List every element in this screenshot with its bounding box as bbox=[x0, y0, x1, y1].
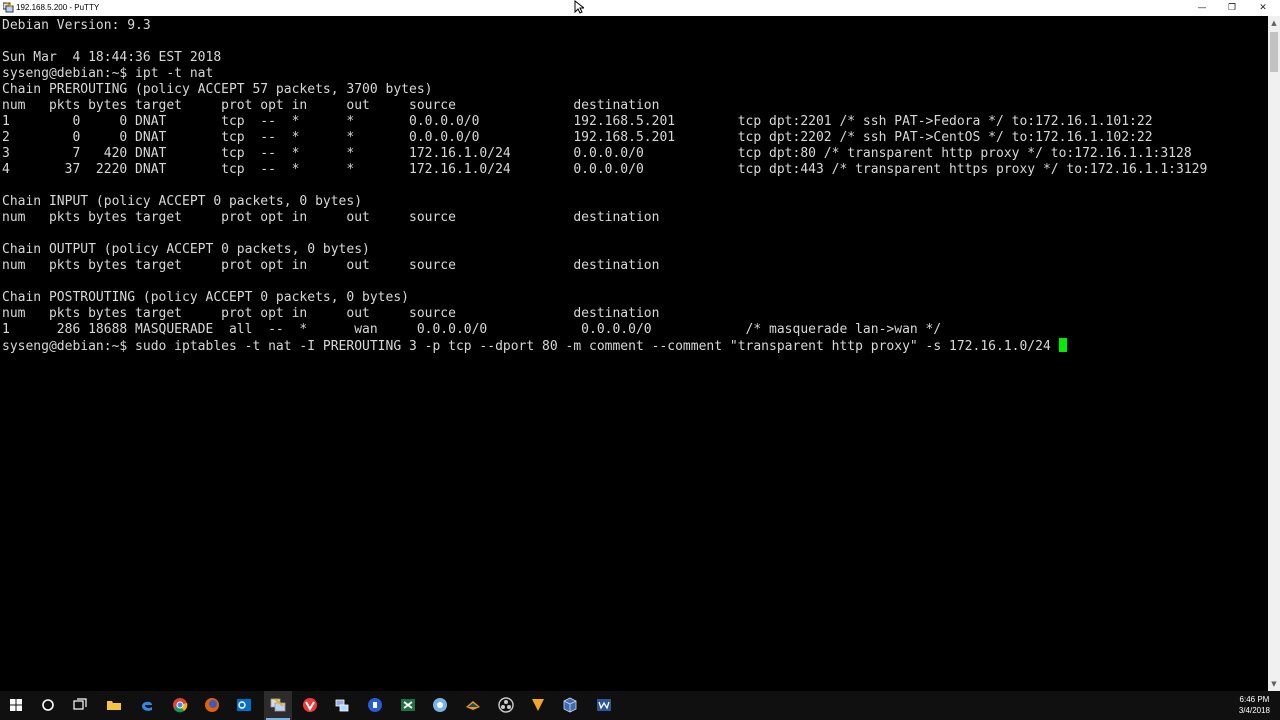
close-button[interactable]: ✕ bbox=[1248, 0, 1278, 16]
vlc-icon[interactable] bbox=[530, 697, 546, 713]
network-tool-icon[interactable] bbox=[334, 697, 350, 713]
thunderbird-icon[interactable] bbox=[465, 697, 481, 713]
terminal-area[interactable]: Debian Version: 9.3 Sun Mar 4 18:44:36 E… bbox=[0, 16, 1268, 691]
scroll-down-arrow[interactable]: ▼ bbox=[1268, 677, 1280, 691]
mouse-pointer-icon bbox=[574, 0, 584, 14]
terminal-line: 2 0 0 DNAT tcp -- * * 0.0.0.0/0 192.168.… bbox=[2, 130, 1153, 145]
vmware-icon[interactable] bbox=[432, 697, 448, 713]
terminal-line: 4 37 2220 DNAT tcp -- * * 172.16.1.0/24 … bbox=[2, 162, 1208, 177]
terminal-command-text: syseng@debian:~$ sudo iptables -t nat -I… bbox=[2, 339, 1051, 354]
terminal-line: Sun Mar 4 18:44:36 EST 2018 bbox=[2, 50, 222, 65]
terminal-line: Chain PREROUTING (policy ACCEPT 57 packe… bbox=[2, 82, 433, 97]
system-clock[interactable]: 6:46 PM 3/4/2018 bbox=[1239, 694, 1270, 716]
terminal-line: 1 286 18688 MASQUERADE all -- * wan 0.0.… bbox=[2, 322, 942, 337]
excel-icon[interactable] bbox=[400, 697, 416, 713]
outlook-icon[interactable] bbox=[236, 697, 252, 713]
putty-icon bbox=[270, 698, 286, 712]
terminal-scrollbar[interactable]: ▲ ▼ bbox=[1268, 16, 1280, 691]
vivaldi-icon[interactable] bbox=[302, 697, 318, 713]
terminal-prompt-line[interactable]: syseng@debian:~$ sudo iptables -t nat -I… bbox=[2, 338, 1067, 354]
putty-app-icon[interactable] bbox=[3, 2, 14, 13]
terminal-line: Chain POSTROUTING (policy ACCEPT 0 packe… bbox=[2, 290, 409, 305]
restore-button[interactable]: ❐ bbox=[1217, 0, 1247, 16]
scrollbar-thumb[interactable] bbox=[1270, 32, 1278, 72]
terminal-line: Chain INPUT (policy ACCEPT 0 packets, 0 … bbox=[2, 194, 363, 209]
edge-browser-icon[interactable] bbox=[139, 697, 155, 713]
windows-taskbar: 6:46 PM 3/4/2018 bbox=[0, 691, 1280, 720]
terminal-line: num pkts bytes target prot opt in out so… bbox=[2, 98, 660, 113]
task-view-icon[interactable] bbox=[72, 697, 88, 713]
terminal-line: Debian Version: 9.3 bbox=[2, 18, 151, 33]
cortana-search-icon[interactable] bbox=[40, 697, 56, 713]
scroll-up-arrow[interactable]: ▲ bbox=[1268, 16, 1280, 30]
windows-start-icon[interactable] bbox=[8, 697, 24, 713]
obs-icon[interactable] bbox=[498, 697, 514, 713]
virtualbox-icon[interactable] bbox=[562, 697, 578, 713]
clock-time: 6:46 PM bbox=[1239, 695, 1270, 704]
firefox-icon[interactable] bbox=[204, 697, 220, 713]
word-icon[interactable] bbox=[596, 697, 612, 713]
window-title: 192.168.5.200 - PuTTY bbox=[16, 3, 100, 12]
putty-taskbar-button[interactable] bbox=[264, 691, 292, 720]
clock-date: 3/4/2018 bbox=[1238, 706, 1270, 715]
terminal-cursor bbox=[1058, 338, 1067, 352]
terminal-line: 1 0 0 DNAT tcp -- * * 0.0.0.0/0 192.168.… bbox=[2, 114, 1153, 129]
terminal-line: num pkts bytes target prot opt in out so… bbox=[2, 258, 660, 273]
terminal-line: num pkts bytes target prot opt in out so… bbox=[2, 306, 660, 321]
terminal-line: syseng@debian:~$ ipt -t nat bbox=[2, 66, 214, 81]
keepass-icon[interactable] bbox=[367, 697, 383, 713]
minimize-button[interactable]: — bbox=[1187, 0, 1217, 16]
terminal-line: num pkts bytes target prot opt in out so… bbox=[2, 210, 660, 225]
window-titlebar[interactable]: 192.168.5.200 - PuTTY — ❐ ✕ bbox=[0, 0, 1280, 16]
terminal-line: Chain OUTPUT (policy ACCEPT 0 packets, 0… bbox=[2, 242, 370, 257]
terminal-line: 3 7 420 DNAT tcp -- * * 172.16.1.0/24 0.… bbox=[2, 146, 1192, 161]
file-explorer-icon[interactable] bbox=[106, 697, 122, 713]
chrome-icon[interactable] bbox=[172, 697, 188, 713]
